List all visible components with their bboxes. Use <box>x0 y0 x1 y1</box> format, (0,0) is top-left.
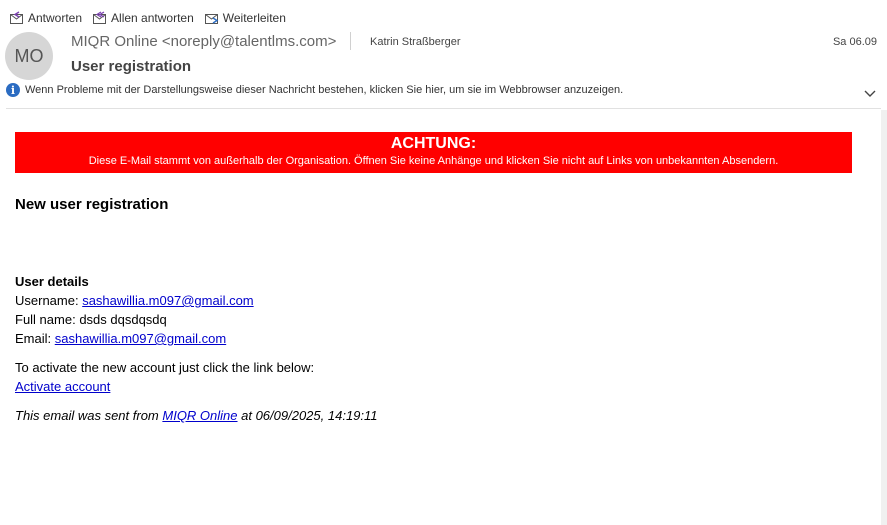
footer-suffix: at 06/09/2025, 14:19:11 <box>237 408 378 423</box>
username-label: Username: <box>15 293 83 308</box>
info-icon: i <box>6 83 20 97</box>
reply-icon <box>10 11 23 24</box>
user-details-title: User details <box>15 274 89 289</box>
header-separator <box>350 32 351 50</box>
message-date: Sa 06.09 <box>832 36 877 48</box>
forward-label: Weiterleiten <box>222 11 286 25</box>
email-footer: This email was sent from MIQR Online at … <box>15 406 378 425</box>
footer-prefix: This email was sent from <box>15 408 163 423</box>
reply-all-label: Allen antworten <box>111 11 194 25</box>
info-bar-text: Wenn Probleme mit der Darstellungsweise … <box>25 84 624 96</box>
reply-all-icon <box>93 11 107 24</box>
email-label: Email: <box>15 331 55 346</box>
fullname-value: dsds dqsdqsdq <box>79 312 167 327</box>
scrollbar[interactable] <box>881 110 887 525</box>
activate-account-link[interactable]: Activate account <box>15 379 110 394</box>
message-subject: User registration <box>71 58 192 75</box>
warning-title: ACHTUNG: <box>390 135 477 152</box>
header-divider <box>6 108 881 109</box>
reply-all-button[interactable]: Allen antworten <box>92 11 194 25</box>
forward-icon <box>204 14 219 24</box>
warning-text: Diese E-Mail stammt von außerhalb der Or… <box>88 155 779 167</box>
email-heading: New user registration <box>15 196 169 213</box>
activate-instructions: To activate the new account just click t… <box>15 360 315 375</box>
chevron-down-icon[interactable] <box>863 86 877 100</box>
email-row: Email: sashawillia.m097@gmail.com <box>15 329 378 348</box>
recipient-name[interactable]: Katrin Straßberger <box>370 36 460 48</box>
username-link[interactable]: sashawillia.m097@gmail.com <box>82 293 253 308</box>
avatar: MO <box>5 32 53 80</box>
fullname-row: Full name: dsds dqsdqsdq <box>15 310 378 329</box>
email-link[interactable]: sashawillia.m097@gmail.com <box>55 331 226 346</box>
miqr-online-link[interactable]: MIQR Online <box>162 408 237 423</box>
fullname-label: Full name: <box>15 312 80 327</box>
forward-button[interactable]: Weiterleiten <box>204 11 286 25</box>
sender-address[interactable]: MIQR Online <noreply@talentlms.com> <box>71 33 336 50</box>
username-row: Username: sashawillia.m097@gmail.com <box>15 291 378 310</box>
reply-button[interactable]: Antworten <box>9 11 82 25</box>
external-warning-banner: ACHTUNG: Diese E-Mail stammt von außerha… <box>15 132 852 173</box>
email-body: New user registration User details Usern… <box>15 195 378 425</box>
info-bar[interactable]: i Wenn Probleme mit der Darstellungsweis… <box>6 83 623 97</box>
message-toolbar: Antworten Allen antworten Weiterleiten <box>9 9 296 27</box>
reply-label: Antworten <box>28 11 83 25</box>
